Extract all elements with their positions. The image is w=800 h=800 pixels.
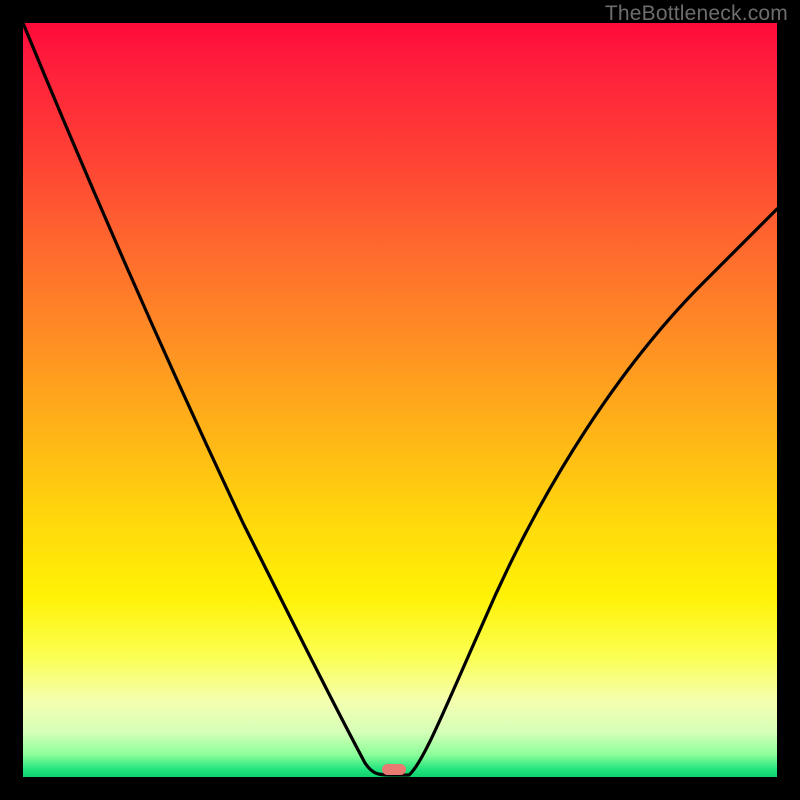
plot-area	[23, 23, 777, 777]
watermark-text: TheBottleneck.com	[605, 2, 788, 26]
curve-path	[23, 23, 777, 775]
bottleneck-curve	[23, 23, 777, 777]
chart-frame: TheBottleneck.com	[0, 0, 800, 800]
optimum-marker	[382, 764, 406, 775]
